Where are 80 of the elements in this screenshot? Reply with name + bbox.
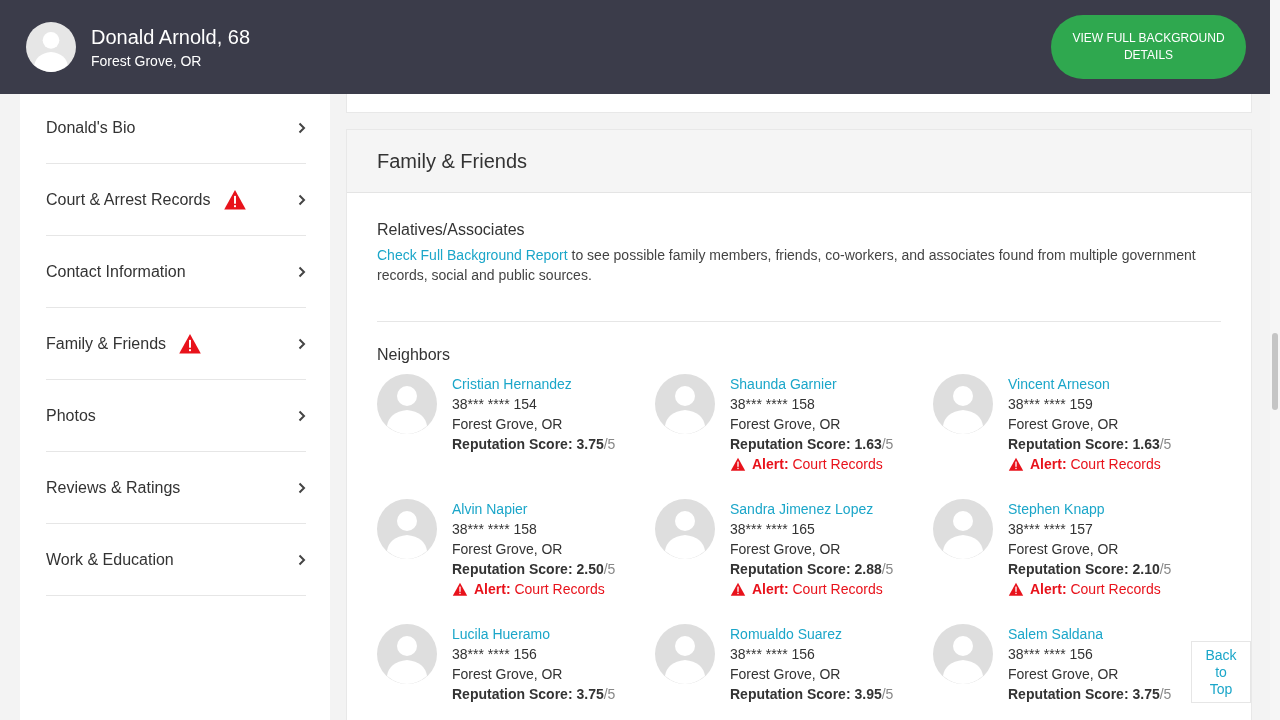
neighbor-name[interactable]: Vincent Arneson xyxy=(1008,374,1172,394)
avatar-icon xyxy=(933,374,993,434)
chevron-right-icon xyxy=(298,409,306,422)
reputation-score: Reputation Score: 1.63/5 xyxy=(730,435,894,454)
sidebar-item[interactable]: Reviews & Ratings xyxy=(46,452,306,524)
alert-text: Alert: Court Records xyxy=(752,580,883,599)
neighbor-name[interactable]: Alvin Napier xyxy=(452,499,616,519)
neighbor-location: Forest Grove, OR xyxy=(730,540,842,559)
relatives-heading: Relatives/Associates xyxy=(377,221,526,239)
avatar-icon xyxy=(26,22,76,72)
alert-text: Alert: Court Records xyxy=(1030,455,1161,474)
neighbor-name[interactable]: Salem Saldana xyxy=(1008,624,1172,644)
phone-number: 38*** **** 156 xyxy=(452,645,538,664)
chevron-right-icon xyxy=(298,553,306,566)
neighbor-location: Forest Grove, OR xyxy=(730,415,842,434)
chevron-right-icon xyxy=(298,121,306,134)
reputation-score: Reputation Score: 3.75/5 xyxy=(452,685,616,704)
neighbor-location: Forest Grove, OR xyxy=(1008,540,1120,559)
chevron-right-icon xyxy=(298,337,306,350)
avatar-icon xyxy=(655,624,715,684)
reputation-score: Reputation Score: 2.10/5 xyxy=(1008,560,1172,579)
neighbor-name[interactable]: Shaunda Garnier xyxy=(730,374,894,394)
avatar-icon xyxy=(933,499,993,559)
phone-number: 38*** **** 156 xyxy=(1008,645,1094,664)
reputation-score: Reputation Score: 3.75/5 xyxy=(1008,685,1172,704)
warning-icon xyxy=(730,581,746,597)
avatar-icon xyxy=(377,499,437,559)
alert-text: Alert: Court Records xyxy=(474,580,605,599)
chevron-right-icon xyxy=(298,193,306,206)
neighbor-name[interactable]: Cristian Hernandez xyxy=(452,374,616,394)
report-link[interactable]: Check Full Background Report xyxy=(377,247,568,263)
reputation-score: Reputation Score: 3.95/5 xyxy=(730,685,894,704)
view-details-button[interactable]: VIEW FULL BACKGROUND DETAILS xyxy=(1051,15,1246,79)
neighbor-name[interactable]: Stephen Knapp xyxy=(1008,499,1172,519)
warning-icon xyxy=(178,332,203,355)
section-title: Family & Friends xyxy=(347,129,1251,193)
phone-number: 38*** **** 156 xyxy=(730,645,816,664)
avatar-icon xyxy=(377,624,437,684)
warning-icon xyxy=(222,188,247,211)
neighbor-name[interactable]: Sandra Jimenez Lopez xyxy=(730,499,894,519)
phone-number: 38*** **** 158 xyxy=(730,395,816,414)
phone-number: 38*** **** 154 xyxy=(452,395,538,414)
neighbors-heading: Neighbors xyxy=(377,346,451,364)
neighbor-name[interactable]: Lucila Hueramo xyxy=(452,624,616,644)
alert-text: Alert: Court Records xyxy=(752,455,883,474)
relatives-text: Check Full Background Report to see possible family members, friends, co-workers, and associates found from multiple government records, social and public sources. xyxy=(377,246,1197,285)
avatar-icon xyxy=(655,374,715,434)
chevron-right-icon xyxy=(298,481,306,494)
sidebar-item[interactable]: Contact Information xyxy=(46,236,306,308)
warning-icon xyxy=(452,581,468,597)
neighbor-location: Forest Grove, OR xyxy=(452,540,564,559)
neighbor-name[interactable]: Romualdo Suarez xyxy=(730,624,894,644)
sidebar-item[interactable]: Photos xyxy=(46,380,306,452)
sidebar-item[interactable]: Court & Arrest Records xyxy=(46,164,306,236)
sidebar-item[interactable]: Work & Education xyxy=(46,524,306,596)
neighbor-location: Forest Grove, OR xyxy=(730,665,842,684)
neighbor-location: Forest Grove, OR xyxy=(1008,415,1120,434)
phone-number: 38*** **** 157 xyxy=(1008,520,1094,539)
avatar-icon xyxy=(655,499,715,559)
avatar-icon xyxy=(377,374,437,434)
warning-icon xyxy=(1008,581,1024,597)
avatar-icon xyxy=(933,624,993,684)
back-to-top-button[interactable]: Back to Top xyxy=(1191,641,1251,703)
neighbor-location: Forest Grove, OR xyxy=(1008,665,1120,684)
warning-icon xyxy=(730,456,746,472)
phone-number: 38*** **** 165 xyxy=(730,520,816,539)
neighbor-location: Forest Grove, OR xyxy=(452,665,564,684)
person-location: Forest Grove, OR xyxy=(91,52,203,69)
neighbor-location: Forest Grove, OR xyxy=(452,415,564,434)
phone-number: 38*** **** 158 xyxy=(452,520,538,539)
reputation-score: Reputation Score: 3.75/5 xyxy=(452,435,616,454)
person-name: Donald Arnold, 68 xyxy=(91,25,250,49)
phone-number: 38*** **** 159 xyxy=(1008,395,1094,414)
warning-icon xyxy=(1008,456,1024,472)
reputation-score: Reputation Score: 2.88/5 xyxy=(730,560,894,579)
chevron-right-icon xyxy=(298,265,306,278)
sidebar-item[interactable]: Family & Friends xyxy=(46,308,306,380)
reputation-score: Reputation Score: 2.50/5 xyxy=(452,560,616,579)
alert-text: Alert: Court Records xyxy=(1030,580,1161,599)
reputation-score: Reputation Score: 1.63/5 xyxy=(1008,435,1172,454)
